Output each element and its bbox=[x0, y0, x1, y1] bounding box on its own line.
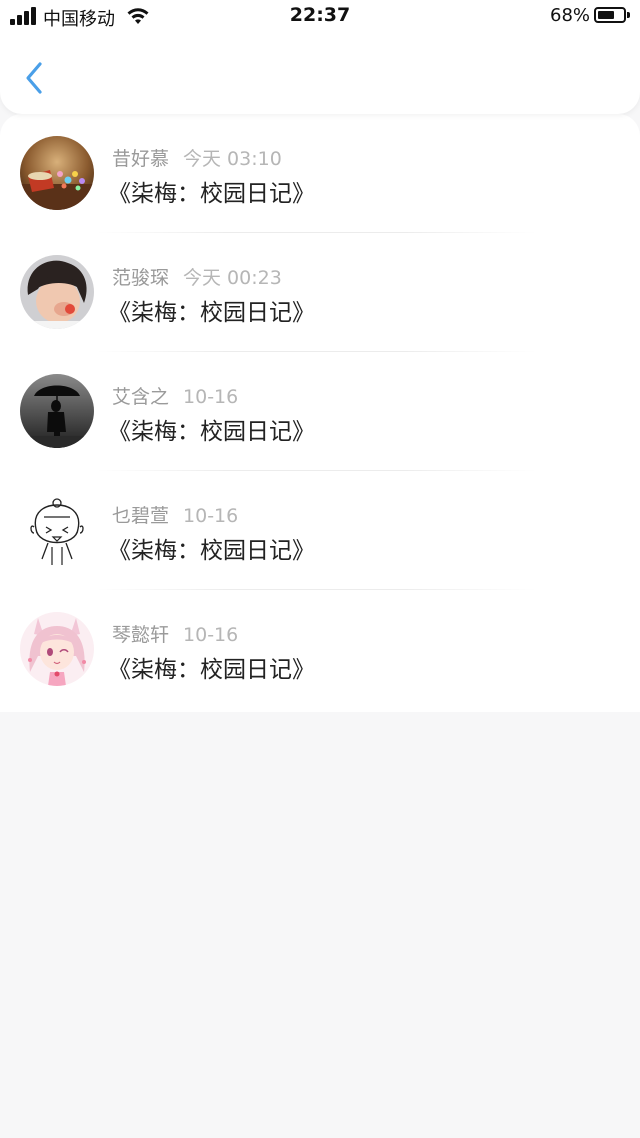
sketch-girl-avatar[interactable] bbox=[20, 493, 94, 567]
lantern-photo-avatar[interactable] bbox=[20, 136, 94, 210]
item-meta: 乜碧萱 10-16 bbox=[112, 501, 239, 527]
umbrella-silhouette-avatar[interactable] bbox=[20, 374, 94, 448]
timestamp: 今天 03:10 bbox=[183, 148, 282, 170]
item-meta: 艾含之 10-16 bbox=[112, 382, 239, 408]
username: 范骏琛 bbox=[112, 267, 170, 289]
username: 乜碧萱 bbox=[112, 505, 170, 527]
timestamp: 10-16 bbox=[183, 505, 239, 527]
back-button[interactable] bbox=[18, 56, 52, 100]
list-item[interactable]: 乜碧萱 10-16 《柒梅：校园日记》 bbox=[0, 471, 640, 590]
timestamp: 10-16 bbox=[183, 386, 239, 408]
battery-fill bbox=[598, 11, 615, 19]
item-meta: 昔好慕 今天 03:10 bbox=[112, 144, 282, 170]
clock: 22:37 bbox=[289, 4, 351, 26]
list-item[interactable]: 昔好慕 今天 03:10 《柒梅：校园日记》 bbox=[0, 114, 640, 233]
child-photo-avatar[interactable] bbox=[20, 255, 94, 329]
item-meta: 范骏琛 今天 00:23 bbox=[112, 263, 282, 289]
item-title: 《柒梅：校园日记》 bbox=[108, 419, 315, 445]
username: 琴懿轩 bbox=[112, 624, 170, 646]
timestamp: 今天 00:23 bbox=[183, 267, 282, 289]
timestamp: 10-16 bbox=[183, 624, 239, 646]
chevron-left-icon bbox=[26, 62, 42, 94]
battery-percent: 68% bbox=[550, 5, 591, 26]
list-item[interactable]: 艾含之 10-16 《柒梅：校园日记》 bbox=[0, 352, 640, 471]
username: 昔好慕 bbox=[112, 148, 170, 170]
list-item[interactable]: 琴懿轩 10-16 《柒梅：校园日记》 bbox=[0, 590, 640, 709]
list-item[interactable]: 范骏琛 今天 00:23 《柒梅：校园日记》 bbox=[0, 233, 640, 352]
username: 艾含之 bbox=[112, 386, 170, 408]
status-bar: 中国移动 22:37 68% bbox=[0, 0, 640, 34]
item-title: 《柒梅：校园日记》 bbox=[108, 657, 315, 683]
item-title: 《柒梅：校园日记》 bbox=[108, 300, 315, 326]
item-meta: 琴懿轩 10-16 bbox=[112, 620, 239, 646]
message-list: 昔好慕 今天 03:10 《柒梅：校园日记》 范骏琛 今天 00:23 《柒梅：校园… bbox=[0, 114, 640, 712]
item-title: 《柒梅：校园日记》 bbox=[108, 181, 315, 207]
battery-icon bbox=[594, 7, 630, 23]
anime-girl-avatar[interactable] bbox=[20, 612, 94, 686]
item-title: 《柒梅：校园日记》 bbox=[108, 538, 315, 564]
